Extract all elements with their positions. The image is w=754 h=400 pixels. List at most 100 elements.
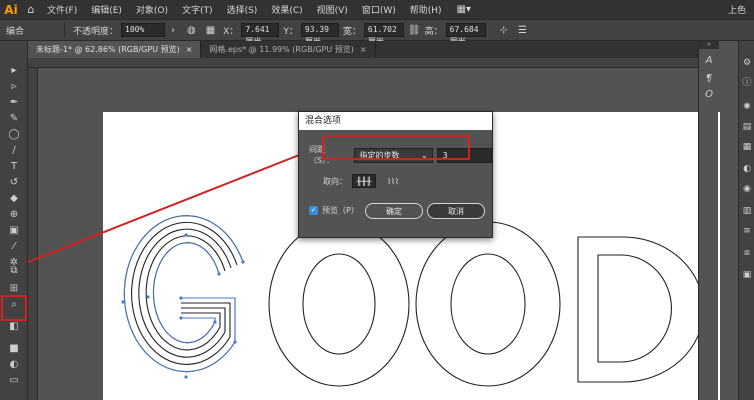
vertical-ruler[interactable] [28,68,38,400]
collapsed-type-panels: » A ¶ O [698,41,719,400]
recolor-artwork-icon[interactable]: ◍ [187,25,196,36]
drawing-mode-icon[interactable]: ◐ [5,357,23,371]
tab-grid-eps[interactable]: 网格.eps* @ 11.99% (RGB/GPU 预览) × [201,41,376,58]
menu-effect[interactable]: 效果(C) [264,3,309,16]
fill-stroke-icon[interactable]: ◧ [5,319,23,333]
blend-tool-icon[interactable]: ⧉ [5,263,23,277]
ellipse-tool-icon[interactable]: ◯ [5,127,23,141]
paintbrush-tool-icon[interactable]: ∕ [5,143,23,157]
anchor-point[interactable] [179,296,183,300]
color-icon[interactable]: ✺ [741,101,753,113]
anchor-point[interactable] [233,340,237,344]
pen-tool-icon[interactable]: ✒ [5,95,23,109]
height-input[interactable]: 67.684 厘米 [445,23,486,46]
opacity-input[interactable]: 100% [121,23,166,37]
home-icon[interactable]: ⌂ [22,0,40,19]
menu-file[interactable]: 文件(F) [40,3,84,16]
anchor-point[interactable] [184,375,188,379]
d-inner-outline [597,254,673,363]
width-input[interactable]: 61.702 厘米 [363,23,404,46]
panel-menu-icon[interactable]: ☰ [518,25,527,36]
o-outer-outline [415,221,561,387]
preview-checkbox[interactable]: ✓ [309,206,318,215]
align-panel-icon[interactable]: ≡ [741,225,753,237]
anchor-point[interactable] [184,233,188,237]
g-outline-step [138,228,232,358]
properties-icon[interactable]: ⚙ [741,57,753,69]
eyedropper-tool-icon[interactable]: ⁄ [5,239,23,253]
menu-select[interactable]: 选择(S) [220,3,265,16]
selection-tool-icon[interactable]: ▸ [5,63,23,77]
curvature-tool-icon[interactable]: ✎ [5,111,23,125]
menu-edit[interactable]: 编辑(E) [84,3,129,16]
libraries-icon[interactable]: ▤ [741,121,753,133]
letter-o-second[interactable] [415,221,561,387]
align-to-path-icon[interactable]: ⌇⌇⌇ [381,174,405,188]
rotate-tool-icon[interactable]: ↺ [5,175,23,189]
artboard-tool-icon[interactable]: ⊞ [5,281,23,295]
align-to-page-icon[interactable]: ╫╫╫ [352,174,376,188]
chevron-right-icon[interactable]: › [171,25,175,36]
appearance-icon[interactable]: ◉ [741,183,753,195]
g-outline-step [131,221,238,365]
type-tool-icon[interactable]: T [5,159,23,173]
o-inner-outline [450,253,526,355]
menu-type[interactable]: 文字(T) [175,3,220,16]
opentype-icon[interactable]: O [703,87,715,101]
cancel-button[interactable]: 取消 [427,203,485,219]
letter-o-first[interactable] [268,221,410,387]
menu-window[interactable]: 窗口(W) [355,3,403,16]
arrange-documents-icon[interactable]: ▦▾ [457,4,471,15]
layers-icon[interactable]: ▥ [741,205,753,217]
tab-label: 网格.eps* @ 11.99% (RGB/GPU 预览) [209,45,354,54]
y-label: Y： [283,26,298,37]
link-icon[interactable]: ⛓ [408,25,421,36]
menu-view[interactable]: 视图(V) [310,3,355,16]
menu-help[interactable]: 帮助(H) [403,3,449,16]
menu-object[interactable]: 对象(O) [129,3,175,16]
align-icon[interactable]: ▦ [206,25,215,36]
anchor-point[interactable] [217,272,221,276]
menu-bar: Ai ⌂ 文件(F) 编辑(E) 对象(O) 文字(T) 选择(S) 效果(C)… [0,0,754,19]
x-input[interactable]: 7.641 厘米 [241,23,280,46]
workspace-switcher[interactable]: 上色 [728,3,746,16]
y-input[interactable]: 93.39 厘米 [300,23,339,46]
screen-mode-icon[interactable]: ▭ [5,373,23,387]
color-mode-icon[interactable]: ■ [5,341,23,355]
x-label: X： [223,26,239,37]
anchor-point[interactable] [179,316,183,320]
eraser-tool-icon[interactable]: ◆ [5,191,23,205]
width-label: 宽： [342,26,361,37]
preview-row: ✓ 预览（P） [309,205,359,216]
ok-button[interactable]: 确定 [365,203,423,219]
tab-untitled-1[interactable]: 未标题-1* @ 62.86% (RGB/GPU 预览) × [28,41,202,58]
document-tab-bar: 未标题-1* @ 62.86% (RGB/GPU 预览) × 网格.eps* @… [28,41,698,58]
close-icon[interactable]: × [360,45,367,54]
orientation-row: 取向： ╫╫╫ ⌇⌇⌇ [323,174,405,188]
collapsed-panels-dock: ⚙ ⓘ ✺ ▤ ▦ ◐ ◉ ▥ ≡ ⧈ ▣ [738,41,754,400]
blend-options-dialog: 混合选项 间距（S）： 指定的步数 ⌄ 3 取向： ╫╫╫ ⌇⌇⌇ ✓ 预览（P… [298,111,493,238]
direct-selection-tool-icon[interactable]: ▹ [5,79,23,93]
artboards-icon[interactable]: ▣ [741,269,753,281]
dialog-title: 混合选项 [299,112,492,130]
gradient-tool-icon[interactable]: ▣ [5,223,23,237]
swatches-icon[interactable]: ▦ [741,141,753,153]
transparency-icon[interactable]: ◐ [741,163,753,175]
o-outer-outline [268,221,410,387]
pathfinder-icon[interactable]: ⧈ [741,247,753,259]
anchor-point[interactable] [241,260,245,264]
app-logo: Ai [4,2,18,17]
selection-type-label: 编合 [6,26,25,37]
shape-builder-tool-icon[interactable]: ⊕ [5,207,23,221]
anchor-point[interactable] [121,300,125,304]
letter-d[interactable] [577,236,705,383]
paragraph-icon[interactable]: ¶ [703,71,715,85]
horizontal-ruler[interactable] [28,58,698,68]
panel-collapse-handle[interactable]: » [699,41,719,49]
close-icon[interactable]: × [186,45,193,54]
character-icon[interactable]: A [703,53,715,67]
info-icon[interactable]: ⓘ [741,75,753,88]
transform-icon[interactable]: ⊹ [500,25,508,36]
anchor-point[interactable] [146,295,150,299]
anchor-point[interactable] [213,320,217,324]
